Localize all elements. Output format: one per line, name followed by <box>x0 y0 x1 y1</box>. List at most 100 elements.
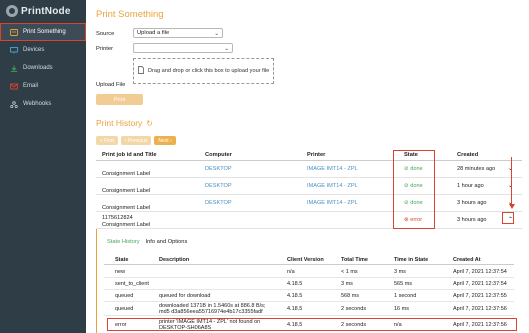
tab-info-and-options[interactable]: Info and Options <box>146 239 188 245</box>
table-row[interactable]: Consignment Label DESKTOP IMAGE IMT14 - … <box>96 162 522 178</box>
client-version: 4.18.5 <box>287 306 303 312</box>
state-name: queued <box>115 306 134 312</box>
sidebar-item-print-something[interactable]: Print Something <box>0 23 86 41</box>
file-dropzone[interactable]: Drag and drop or click this box to uploa… <box>133 58 274 84</box>
state-description: queued for download <box>159 293 211 299</box>
total-time: 2 seconds <box>341 306 367 312</box>
col-state: State <box>115 257 129 263</box>
annotation-arrow-head-icon <box>508 204 515 209</box>
sidebar-item-email[interactable]: Email <box>0 77 86 95</box>
state-history-header: State Description Client Version Total T… <box>104 256 514 265</box>
first-page-button[interactable]: « First <box>96 136 118 145</box>
sidebar-item-label: Print Something <box>23 29 66 35</box>
pagination: « First ‹ Previous Next › <box>96 136 176 145</box>
printer-link[interactable]: IMAGE IMT14 - ZPL <box>307 200 358 206</box>
error-row-highlight <box>107 318 517 331</box>
col-total-time: Total Time <box>341 257 368 263</box>
page-title: Print Something <box>96 9 164 20</box>
job-title: Consignment Label <box>102 171 151 177</box>
client-version: 4.18.5 <box>287 293 303 299</box>
col-title: Print job id and Title <box>102 152 157 158</box>
printnode-logo-icon <box>6 5 18 17</box>
created-time: 28 minutes ago <box>457 166 496 172</box>
sidebar-nav: Print Something Devices Downloads Email … <box>0 23 86 113</box>
sidebar-item-label: Devices <box>23 47 45 53</box>
state-name: new <box>115 269 126 275</box>
sidebar: PrintNode Print Something Devices Downlo… <box>0 0 86 333</box>
computer-link[interactable]: DESKTOP <box>205 200 232 206</box>
sidebar-item-webhooks[interactable]: Webhooks <box>0 95 86 113</box>
col-printer: Printer <box>307 152 326 158</box>
created-time: 1 hour ago <box>457 183 484 189</box>
next-page-button[interactable]: Next › <box>154 136 176 145</box>
table-row[interactable]: Consignment Label DESKTOP IMAGE IMT14 - … <box>96 179 522 195</box>
source-select[interactable]: Upload a file ⌄ <box>133 28 223 38</box>
time-in-state: 16 ms <box>394 306 409 312</box>
refresh-icon[interactable]: ↻ <box>146 119 153 128</box>
time-in-state: 3 ms <box>394 269 406 275</box>
previous-page-button[interactable]: ‹ Previous <box>120 136 152 145</box>
webhook-icon <box>10 100 18 108</box>
state-row: queued downloaded 1371B in 1.5460s at 88… <box>104 302 514 316</box>
created-at: April 7, 2021 12:37:56 <box>453 306 507 312</box>
job-title: Consignment Label <box>102 188 151 194</box>
detail-tabs: State History Info and Options <box>107 239 187 245</box>
printer-select[interactable]: ⌄ <box>133 43 233 53</box>
monitor-icon <box>10 46 18 54</box>
created-at: April 7, 2021 12:37:55 <box>453 293 507 299</box>
state-row: new n/a < 1 ms 3 ms April 7, 2021 12:37:… <box>104 266 514 278</box>
col-description: Description <box>159 257 190 263</box>
brand-name: PrintNode <box>21 5 71 17</box>
created-at: April 7, 2021 12:37:54 <box>453 281 507 287</box>
upload-file-label: Upload File <box>96 82 126 88</box>
job-title: Consignment Label <box>102 205 151 211</box>
envelope-icon <box>10 83 18 90</box>
printer-link[interactable]: IMAGE IMT14 - ZPL <box>307 183 358 189</box>
main-content: Print Something Source Upload a file ⌄ P… <box>86 0 529 333</box>
client-version: 4.18.5 <box>287 281 303 287</box>
sidebar-item-devices[interactable]: Devices <box>0 41 86 59</box>
table-row-expanded[interactable]: 1175612824 Consignment Label ⊗ error 3 h… <box>96 213 522 229</box>
tab-state-history[interactable]: State History <box>107 239 140 245</box>
col-time-in-state: Time in State <box>394 257 429 263</box>
col-computer: Computer <box>205 152 232 158</box>
created-at: April 7, 2021 12:37:54 <box>453 269 507 275</box>
job-id: 1175612824 <box>102 215 133 221</box>
client-version: n/a <box>287 269 295 275</box>
time-in-state: 1 second <box>394 293 417 299</box>
created-time: 3 hours ago <box>457 200 487 206</box>
brand[interactable]: PrintNode <box>6 4 71 18</box>
source-label: Source <box>96 31 115 37</box>
print-history-heading: Print History <box>96 118 143 128</box>
dropzone-text: Drag and drop or click this box to uploa… <box>148 68 270 74</box>
state-description: downloaded 1371B in 1.5460s at 886.8 B/s… <box>159 303 266 315</box>
state-column-highlight <box>393 150 435 229</box>
print-button[interactable]: Print <box>96 94 143 105</box>
computer-link[interactable]: DESKTOP <box>205 166 232 172</box>
col-created: Created <box>457 152 479 158</box>
expand-toggle-highlight <box>502 212 514 224</box>
annotation-arrow-line <box>511 157 512 206</box>
computer-link[interactable]: DESKTOP <box>205 183 232 189</box>
print-icon <box>10 28 18 36</box>
state-name: queued <box>115 293 134 299</box>
total-time: < 1 ms <box>341 269 358 275</box>
sidebar-item-label: Webhooks <box>23 101 52 107</box>
source-select-value: Upload a file <box>137 30 170 36</box>
total-time: 568 ms <box>341 293 360 299</box>
printer-label: Printer <box>96 46 114 52</box>
col-client-version: Client Version <box>287 257 324 263</box>
table-row[interactable]: Consignment Label DESKTOP IMAGE IMT14 - … <box>96 196 522 212</box>
chevron-down-icon: ⌄ <box>224 46 229 52</box>
download-icon <box>10 65 18 72</box>
sidebar-item-label: Downloads <box>23 65 53 71</box>
total-time: 3 ms <box>341 281 353 287</box>
state-row: sent_to_client 4.18.5 3 ms 565 ms April … <box>104 278 514 290</box>
printer-link[interactable]: IMAGE IMT14 - ZPL <box>307 166 358 172</box>
print-history-title: Print History ↻ <box>96 118 153 128</box>
created-time: 3 hours ago <box>457 217 487 223</box>
file-icon <box>138 66 144 76</box>
sidebar-item-downloads[interactable]: Downloads <box>0 59 86 77</box>
history-table-header: Print job id and Title Computer Printer … <box>96 151 522 161</box>
time-in-state: 565 ms <box>394 281 413 287</box>
